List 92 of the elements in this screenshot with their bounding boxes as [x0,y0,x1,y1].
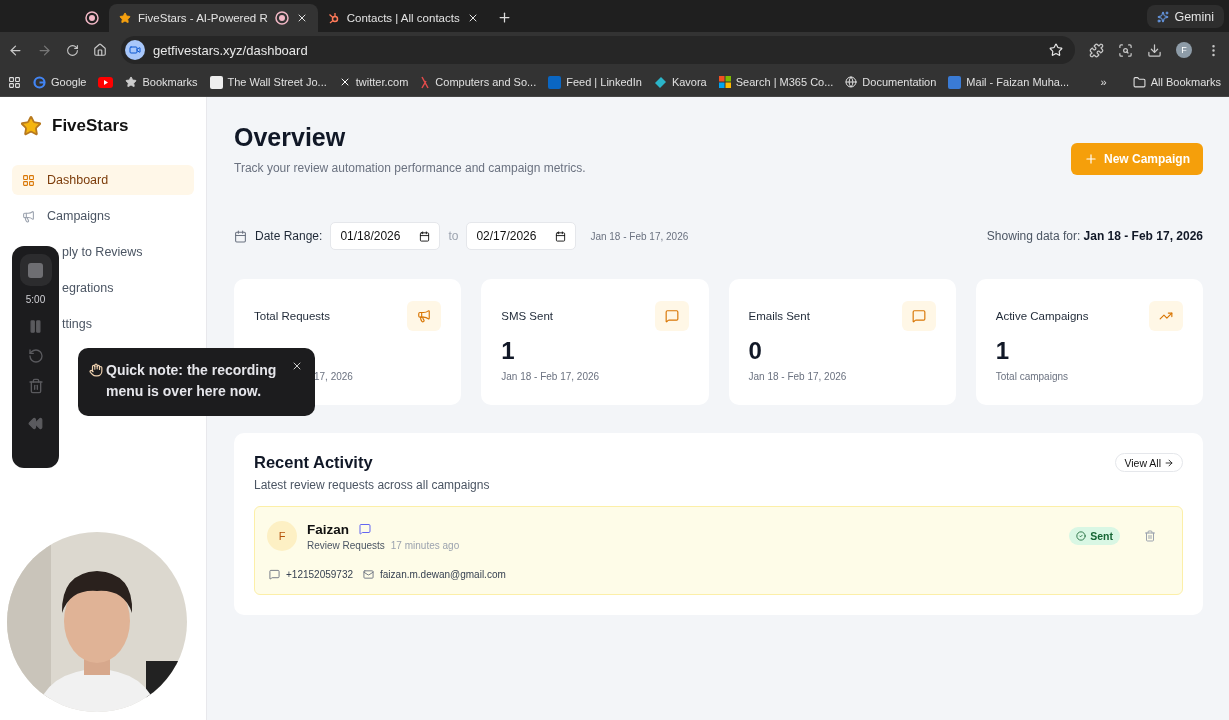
tooltip-text: Quick note: the recording menu is over here now. [106,361,278,401]
restart-icon[interactable] [27,348,44,364]
range-summary: Jan 18 - Feb 17, 2026 [590,230,689,242]
date-input[interactable]: 01/18/2026 [330,222,441,250]
dashboard-icon [22,173,35,187]
email-address: faizan.m.dewan@gmail.com [363,569,506,580]
date-range-label: Date Range: [255,229,323,243]
forward-icon[interactable] [37,42,52,58]
google-icon [33,75,46,89]
stat-note: Total campaigns [995,371,1069,382]
time-ago: 17 minutes ago [390,539,460,551]
close-icon[interactable] [291,360,303,372]
more-bookmarks-button[interactable]: » [1100,76,1107,88]
globe-icon [845,76,858,88]
bookmark-link[interactable]: Kavora [653,75,707,89]
extensions-icon[interactable] [1089,42,1104,58]
reload-icon[interactable] [66,43,79,57]
stat-value: 0 [748,337,763,365]
nav-item[interactable]: Dashboard [12,165,194,195]
bookmark-link[interactable]: The Wall Street Jo... [209,75,327,89]
browser-tab[interactable]: FiveStars - AI-Powered R [109,4,318,32]
stat-label: Total Requests [254,310,331,322]
bookmark-star-icon[interactable] [1049,43,1063,57]
bookmark-link[interactable]: Bookmarks [125,76,198,88]
stat-label: Active Campaigns [995,310,1089,322]
bookmark-link[interactable]: Computers and So... [420,75,537,89]
message-icon [664,309,679,323]
windows-grid-icon [718,76,731,88]
check-circle-icon [1076,531,1087,541]
star-logo-icon [20,115,42,137]
bookmark-link[interactable]: twitter.com [338,76,409,88]
view-all-button[interactable]: View All [1115,453,1183,472]
new-tab-icon[interactable] [496,10,512,25]
contact-name: Faizan [307,521,349,537]
home-icon[interactable] [93,43,107,57]
browser-tab[interactable]: Contacts | All contacts [317,4,489,32]
delete-icon[interactable] [27,378,44,394]
nav-item[interactable]: Campaigns [12,201,194,231]
star-icon [125,76,138,88]
plus-icon [1084,152,1098,166]
bookmark-link[interactable]: Feed | LinkedIn [548,75,642,89]
stat-note: Jan 18 - Feb 17, 2026 [501,371,601,382]
camera-icon [125,40,145,60]
apps-icon[interactable] [8,75,21,89]
stat-label: SMS Sent [501,310,554,322]
megaphone-icon [22,209,35,223]
calendar-icon [234,229,247,243]
brand-name: FiveStars [52,116,129,136]
sparkle-icon [1157,10,1170,23]
stat-value: 1 [501,337,516,365]
recording-timer: 5:00 [25,294,46,305]
download-icon[interactable] [1147,42,1162,58]
stat-label: Emails Sent [748,310,810,322]
slash-icon [420,75,431,89]
date-input[interactable]: 02/17/2026 [466,222,577,250]
stat-note: Jan 18 - Feb 17, 2026 [748,371,848,382]
avatar: F [267,521,297,551]
source-label: Review Requests [307,539,385,551]
status-badge: Sent [1069,527,1120,545]
search-tab-icon[interactable] [1118,42,1133,58]
gemini-button[interactable]: Gemini [1147,5,1224,28]
rewind-icon[interactable] [28,416,43,431]
to-label: to [448,229,459,243]
calendar-icon [555,230,567,242]
stop-button[interactable] [19,254,52,286]
mail-icon [363,569,375,580]
bookmark-link[interactable]: Documentation [845,76,937,88]
page-subtitle: Track your review automation performance and campaign metrics. [234,161,586,175]
message-icon [269,569,280,580]
calendar-icon [419,230,431,242]
activity-item[interactable]: F Faizan Review Requests 17 minutes ago Sent +12152059732 faizan.m.dewan@gmail.com [254,506,1183,595]
bookmark-link[interactable]: Google [33,75,87,89]
section-subtitle: Latest review requests across all campaigns [254,478,490,492]
all-bookmarks-link[interactable]: All Bookmarks [1132,75,1221,89]
pause-icon[interactable] [28,319,43,334]
star-icon [119,12,131,24]
phone-number: +12152059732 [269,569,354,580]
folder-icon [1132,75,1146,89]
back-icon[interactable] [8,42,23,58]
section-title: Recent Activity [254,453,374,472]
stat-value: 1 [995,337,1011,365]
address-bar[interactable]: getfivestars.xyz/dashboard [121,36,1075,64]
showing-data-text: Showing data for: Jan 18 - Feb 17, 2026 [986,229,1203,243]
message-icon [359,523,371,535]
bookmark-link[interactable]: Mail - Faizan Muha... [948,75,1070,89]
message-icon [911,309,926,323]
video-play-icon[interactable] [98,76,114,88]
arrow-right-icon [1164,457,1174,468]
megaphone-icon [417,309,432,323]
hand-icon [89,363,103,377]
bookmark-link[interactable]: Search | M365 Co... [718,76,834,88]
page-title: Overview [234,123,347,152]
